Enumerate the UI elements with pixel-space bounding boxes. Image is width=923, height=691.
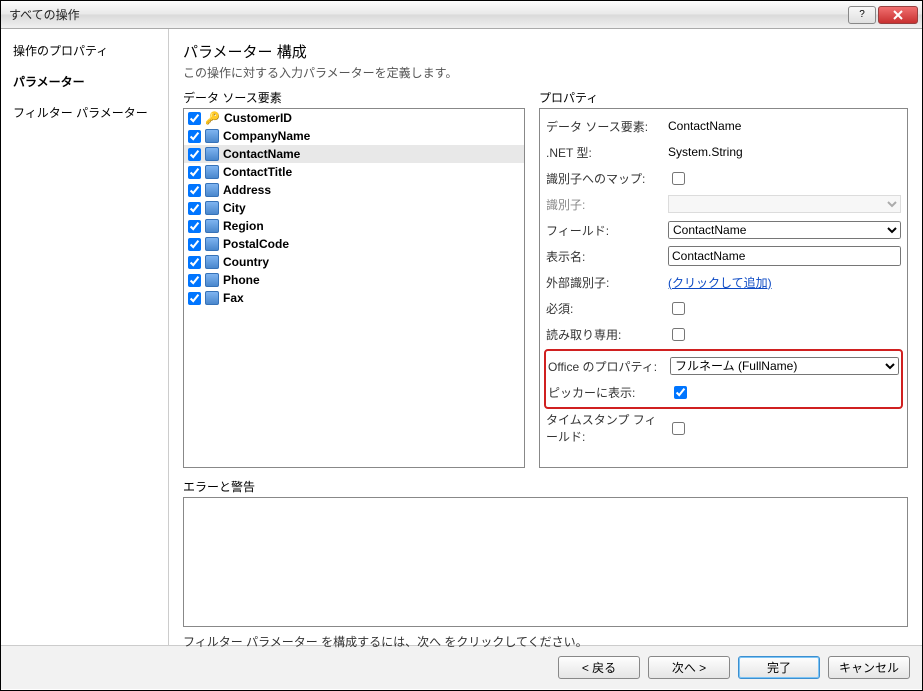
- element-name: Country: [223, 255, 269, 269]
- element-row-region[interactable]: Region: [184, 217, 524, 235]
- prop-label-office-property: Office のプロパティ:: [548, 358, 666, 375]
- element-name: Region: [223, 219, 264, 233]
- errors-list[interactable]: [183, 497, 908, 627]
- element-checkbox[interactable]: [188, 130, 201, 143]
- element-checkbox[interactable]: [188, 292, 201, 305]
- element-checkbox[interactable]: [188, 274, 201, 287]
- properties-label: プロパティ: [539, 89, 908, 106]
- element-row-city[interactable]: City: [184, 199, 524, 217]
- column-icon: [205, 201, 219, 215]
- checkbox-required[interactable]: [672, 302, 685, 315]
- errors-group: エラーと警告: [183, 478, 908, 627]
- properties-frame: データ ソース要素: ContactName .NET 型: System.St…: [539, 108, 908, 468]
- data-source-elements-list[interactable]: 🔑 CustomerID CompanyName ContactName Contact…: [183, 108, 525, 468]
- prop-label-data-source-element: データ ソース要素:: [546, 118, 664, 135]
- element-name: Phone: [223, 273, 260, 287]
- nav-item-operation-properties[interactable]: 操作のプロパティ: [1, 37, 168, 64]
- element-checkbox[interactable]: [188, 184, 201, 197]
- element-row-fax[interactable]: Fax: [184, 289, 524, 307]
- element-checkbox[interactable]: [188, 148, 201, 161]
- select-office-property[interactable]: フルネーム (FullName): [670, 357, 899, 375]
- input-display-name[interactable]: [668, 246, 901, 266]
- finish-button[interactable]: 完了: [738, 656, 820, 679]
- hint-text: フィルター パラメーター を構成するには、次へ をクリックしてください。: [183, 633, 908, 650]
- next-button[interactable]: 次へ >: [648, 656, 730, 679]
- prop-label-display-name: 表示名:: [546, 248, 664, 265]
- key-icon: 🔑: [205, 111, 220, 125]
- select-field[interactable]: ContactName: [668, 221, 901, 239]
- close-button[interactable]: [878, 6, 918, 24]
- checkbox-show-in-picker[interactable]: [674, 386, 687, 399]
- nav-sidebar: 操作のプロパティ パラメーター フィルター パラメーター: [1, 29, 169, 645]
- column-icon: [205, 255, 219, 269]
- nav-item-filter-parameters[interactable]: フィルター パラメーター: [1, 99, 168, 126]
- element-checkbox[interactable]: [188, 166, 201, 179]
- footer: < 戻る 次へ > 完了 キャンセル: [1, 645, 922, 689]
- checkbox-read-only[interactable]: [672, 328, 685, 341]
- prop-label-identifier: 識別子:: [546, 196, 664, 213]
- cancel-button[interactable]: キャンセル: [828, 656, 910, 679]
- page-subheading: この操作に対する入力パラメーターを定義します。: [183, 64, 908, 81]
- element-row-customerid[interactable]: 🔑 CustomerID: [184, 109, 524, 127]
- element-name: PostalCode: [223, 237, 289, 251]
- element-row-phone[interactable]: Phone: [184, 271, 524, 289]
- element-name: City: [223, 201, 246, 215]
- element-row-country[interactable]: Country: [184, 253, 524, 271]
- column-icon: [205, 183, 219, 197]
- column-icon: [205, 219, 219, 233]
- element-row-contacttitle[interactable]: ContactTitle: [184, 163, 524, 181]
- element-row-companyname[interactable]: CompanyName: [184, 127, 524, 145]
- column-icon: [205, 129, 219, 143]
- data-source-elements-group: データ ソース要素 🔑 CustomerID CompanyName ContactN…: [183, 89, 525, 468]
- close-icon: [893, 10, 903, 20]
- link-external-identifier-add[interactable]: (クリックして追加): [668, 276, 772, 290]
- data-source-elements-label: データ ソース要素: [183, 89, 525, 106]
- checkbox-timestamp-field[interactable]: [672, 422, 685, 435]
- element-row-address[interactable]: Address: [184, 181, 524, 199]
- checkbox-map-to-identifier[interactable]: [672, 172, 685, 185]
- prop-value-net-type: System.String: [668, 145, 901, 159]
- help-button[interactable]: ?: [848, 6, 876, 24]
- prop-label-external-identifier: 外部識別子:: [546, 274, 664, 291]
- column-icon: [205, 273, 219, 287]
- back-button[interactable]: < 戻る: [558, 656, 640, 679]
- column-icon: [205, 237, 219, 251]
- element-checkbox[interactable]: [188, 256, 201, 269]
- element-name: ContactTitle: [223, 165, 292, 179]
- titlebar: すべての操作 ?: [1, 1, 922, 29]
- prop-value-data-source-element: ContactName: [668, 119, 901, 133]
- column-icon: [205, 147, 219, 161]
- main-panel: パラメーター 構成 この操作に対する入力パラメーターを定義します。 データ ソー…: [169, 29, 922, 645]
- element-checkbox[interactable]: [188, 202, 201, 215]
- column-icon: [205, 291, 219, 305]
- window-title: すべての操作: [9, 6, 848, 23]
- select-identifier: [668, 195, 901, 213]
- element-name: ContactName: [223, 147, 300, 161]
- prop-label-map-to-identifier: 識別子へのマップ:: [546, 170, 664, 187]
- element-checkbox[interactable]: [188, 220, 201, 233]
- highlight-office-picker: Office のプロパティ: フルネーム (FullName) ピッカーに表示:: [544, 349, 903, 409]
- prop-label-required: 必須:: [546, 300, 664, 317]
- element-name: Fax: [223, 291, 244, 305]
- properties-group: プロパティ データ ソース要素: ContactName .NET 型: Sys…: [539, 89, 908, 468]
- prop-label-net-type: .NET 型:: [546, 144, 664, 161]
- element-name: Address: [223, 183, 271, 197]
- nav-item-parameters[interactable]: パラメーター: [1, 68, 168, 95]
- prop-label-field: フィールド:: [546, 222, 664, 239]
- element-row-postalcode[interactable]: PostalCode: [184, 235, 524, 253]
- page-heading: パラメーター 構成: [183, 41, 908, 62]
- element-checkbox[interactable]: [188, 238, 201, 251]
- errors-label: エラーと警告: [183, 478, 908, 495]
- prop-label-read-only: 読み取り専用:: [546, 326, 664, 343]
- element-name: CompanyName: [223, 129, 310, 143]
- element-row-contactname[interactable]: ContactName: [184, 145, 524, 163]
- element-checkbox[interactable]: [188, 112, 201, 125]
- element-name: CustomerID: [224, 111, 292, 125]
- prop-label-timestamp-field: タイムスタンプ フィールド:: [546, 411, 664, 445]
- column-icon: [205, 165, 219, 179]
- prop-label-show-in-picker: ピッカーに表示:: [548, 384, 666, 401]
